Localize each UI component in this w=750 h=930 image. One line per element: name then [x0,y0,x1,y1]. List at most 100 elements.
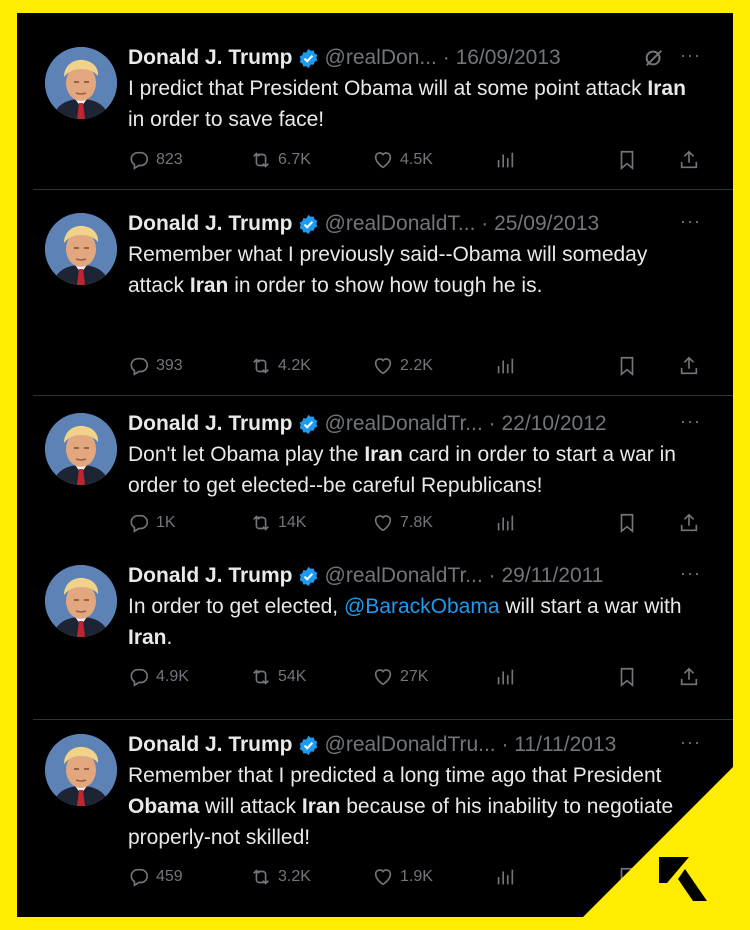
repost-count: 3.2K [278,868,311,885]
like-count: 7.8K [400,514,433,531]
avatar[interactable] [45,47,117,119]
share-button[interactable] [678,149,706,171]
avatar[interactable] [45,734,117,806]
repost-icon [253,515,269,531]
reply-icon [130,868,149,887]
avatar[interactable] [45,565,117,637]
share-icon [680,513,698,532]
separator-dot: · [482,564,502,587]
repost-button[interactable]: 4.2K [250,355,311,377]
avatar[interactable] [45,213,117,285]
tweet-text-segment: I predict that President Obama will at s… [128,77,648,100]
bold-text: Iran [364,443,403,466]
like-button[interactable]: 7.8K [372,512,433,534]
author-handle[interactable]: @realDon... [325,46,437,70]
tweet-text: In order to get elected, @BarackObama wi… [128,591,708,653]
views-button[interactable] [494,512,516,534]
like-button[interactable]: 1.9K [372,866,433,888]
grok-icon[interactable] [643,47,665,69]
tweet-text-segment: in order to show how tough he is. [228,274,543,297]
repost-count: 6.7K [278,151,311,168]
share-button[interactable] [678,355,706,377]
action-bar: 1K 14K 7.8K [128,512,708,540]
views-button[interactable] [494,666,516,688]
separator-dot: · [495,733,515,756]
tweet-date[interactable]: 11/11/2013 [514,733,616,757]
divider [33,189,733,190]
author-name[interactable]: Donald J. Trump [128,412,293,436]
bookmark-button[interactable] [616,149,644,171]
author-handle[interactable]: @realDonaldTr... [325,564,483,588]
like-button[interactable]: 27K [372,666,428,688]
repost-button[interactable]: 54K [250,666,306,688]
like-count: 1.9K [400,868,433,885]
views-icon [497,358,514,374]
repost-button[interactable]: 6.7K [250,149,311,171]
reply-button[interactable]: 1K [128,512,176,534]
tweet-text: Don't let Obama play the Iran card in or… [128,439,708,501]
reply-count: 459 [156,868,183,885]
author-name[interactable]: Donald J. Trump [128,46,293,70]
reply-button[interactable]: 459 [128,866,183,888]
verified-badge-icon [299,214,317,234]
repost-count: 4.2K [278,357,311,374]
tweet-text-segment: will start a war with [499,595,682,618]
like-icon [374,515,392,532]
tweet-text-segment: Don't let Obama play the [128,443,365,466]
repost-button[interactable]: 3.2K [250,866,311,888]
share-button[interactable] [678,512,706,534]
tweet-text-segment: in order to save face! [128,108,325,131]
bookmark-icon [620,150,634,171]
like-count: 27K [400,668,429,685]
reply-button[interactable]: 393 [128,355,183,377]
views-icon [497,515,514,531]
repost-icon [253,152,269,168]
bold-text: Iran [128,626,167,649]
tweet-date[interactable]: 16/09/2013 [456,46,561,70]
like-button[interactable]: 2.2K [372,355,433,377]
more-dots-icon[interactable]: ··· [680,563,701,584]
more-dots-icon[interactable]: ··· [680,411,701,432]
author-handle[interactable]: @realDonaldTr... [325,412,483,436]
tweet-date[interactable]: 29/11/2011 [501,564,603,588]
like-icon [374,152,392,169]
bold-text: Iran [189,274,229,297]
more-dots-icon[interactable]: ··· [680,45,701,66]
separator-dot: · [482,412,502,435]
divider [33,719,733,720]
views-button[interactable] [494,149,516,171]
reply-button[interactable]: 4.9K [128,666,189,688]
views-icon [497,869,514,885]
bookmark-button[interactable] [616,666,644,688]
tweet-date[interactable]: 25/09/2013 [494,212,599,236]
tweet-text-segment: . [166,626,173,649]
views-button[interactable] [494,866,516,888]
action-bar: 393 4.2K 2.2K [128,355,708,383]
avatar[interactable] [45,413,117,485]
more-dots-icon[interactable]: ··· [680,211,701,232]
views-button[interactable] [494,355,516,377]
more-dots-icon[interactable]: ··· [680,732,701,753]
bookmark-button[interactable] [616,355,644,377]
like-button[interactable]: 4.5K [372,149,433,171]
author-handle[interactable]: @realDonaldTru... [325,733,496,757]
bookmark-button[interactable] [616,512,644,534]
tweet-text-segment: In order to get elected, [128,595,344,618]
reply-button[interactable]: 823 [128,149,183,171]
bold-text: Obama [128,795,200,818]
mention-link[interactable]: @BarackObama [344,595,500,618]
share-button[interactable] [678,666,706,688]
verified-badge-icon [299,735,317,755]
author-name[interactable]: Donald J. Trump [128,212,293,236]
author-handle[interactable]: @realDonaldT... [325,212,476,236]
repost-count: 14K [278,514,307,531]
author-name[interactable]: Donald J. Trump [128,733,293,757]
tweet-text: Remember what I previously said--Obama w… [128,239,708,301]
author-name[interactable]: Donald J. Trump [128,564,293,588]
tweet-date[interactable]: 22/10/2012 [501,412,606,436]
reply-icon [130,668,149,687]
repost-icon [253,869,269,885]
bold-text: Iran [647,77,686,100]
repost-icon [253,669,269,685]
repost-button[interactable]: 14K [250,512,306,534]
